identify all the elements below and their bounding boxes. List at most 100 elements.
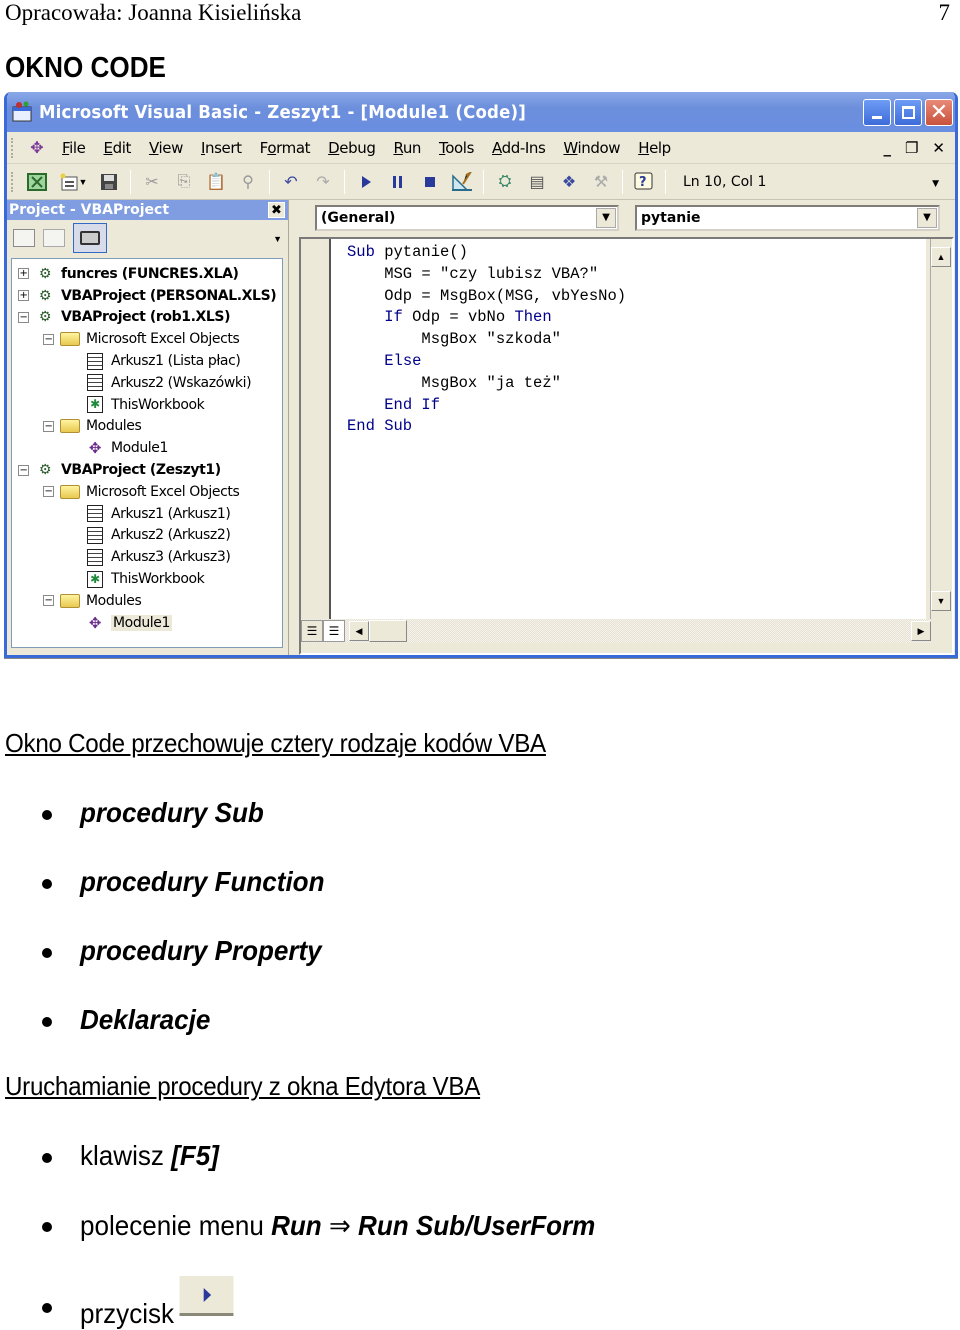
project-explorer-icon[interactable]: ⛭ (493, 171, 517, 193)
collapse-icon[interactable]: − (18, 311, 29, 323)
toggle-folders-icon[interactable] (73, 223, 107, 253)
view-code-icon[interactable] (13, 229, 35, 247)
cut-icon[interactable]: ✂ (140, 171, 164, 193)
menu-run[interactable]: Run (384, 139, 430, 157)
project-tree[interactable]: + ⚙ funcres (FUNCRES.XLA) + ⚙ VBAProject (PER… (11, 258, 283, 648)
undo-icon[interactable]: ↶ (279, 171, 303, 193)
scroll-up-icon[interactable]: ▲ (931, 247, 951, 267)
collapse-icon[interactable]: − (43, 595, 54, 607)
menu-view[interactable]: View (140, 139, 192, 157)
folder-icon (60, 417, 80, 435)
tree-item-label: VBAProject (PERSONAL.XLS) (61, 287, 277, 304)
properties-window-icon[interactable]: ▤ (525, 171, 549, 193)
page-number: 7 (938, 0, 951, 25)
maximize-button[interactable] (894, 98, 922, 126)
find-icon[interactable]: ⚲ (236, 171, 260, 193)
redo-icon[interactable]: ↷ (311, 171, 335, 193)
code-text: MSG = "czy lubisz VBA?" (347, 264, 599, 283)
scroll-right-icon[interactable]: ▶ (911, 621, 931, 641)
margin-indicator-bar[interactable] (301, 239, 331, 619)
bullet-icon (42, 1017, 52, 1027)
collapse-icon[interactable]: − (43, 420, 54, 432)
menu-window[interactable]: Window (554, 139, 629, 157)
tree-item[interactable]: + ⚙ VBAProject (PERSONAL.XLS) (12, 285, 282, 307)
tree-item-label: Microsoft Excel Objects (86, 483, 240, 500)
view-object-icon[interactable] (43, 229, 65, 247)
tree-item[interactable]: + ⚙ funcres (FUNCRES.XLA) (12, 263, 282, 285)
code-keyword: Then (514, 308, 552, 327)
tree-item[interactable]: ✱ ThisWorkbook (12, 568, 282, 590)
expand-icon[interactable]: + (18, 268, 29, 280)
tree-item-label: ThisWorkbook (111, 571, 205, 588)
worksheet-icon (85, 526, 105, 544)
tree-item[interactable]: − Modules (12, 590, 282, 612)
copy-icon[interactable]: ⎘ (172, 171, 196, 193)
mdi-restore-icon[interactable]: ❐ (905, 139, 918, 157)
chevron-down-icon[interactable]: ▼ (596, 208, 616, 228)
mdi-minimize-icon[interactable]: _ (883, 139, 891, 157)
tree-item[interactable]: Arkusz1 (Lista płac) (12, 350, 282, 372)
menu-insert[interactable]: Insert (192, 139, 251, 157)
menu-help[interactable]: Help (629, 139, 680, 157)
paste-icon[interactable]: 📋 (204, 171, 228, 193)
tree-item[interactable]: Arkusz1 (Arkusz1) (12, 503, 282, 525)
scroll-left-icon[interactable]: ◀ (349, 621, 369, 641)
design-mode-icon[interactable] (450, 171, 474, 193)
menu-debug[interactable]: Debug (319, 139, 384, 157)
view-excel-icon[interactable] (25, 171, 49, 193)
tree-item[interactable]: ✱ ThisWorkbook (12, 394, 282, 416)
code-editor[interactable]: Sub pytanie() MSG = "czy lubisz VBA?" Od… (331, 239, 926, 619)
tree-item[interactable]: − Modules (12, 416, 282, 438)
menu-file[interactable]: File (53, 139, 95, 157)
expand-icon[interactable]: + (18, 290, 29, 302)
chevron-down-icon[interactable]: ▼ (917, 208, 937, 228)
collapse-icon[interactable]: − (43, 333, 54, 345)
toolbar-grip[interactable] (11, 171, 15, 192)
menu-format[interactable]: Format (251, 139, 319, 157)
object-combo[interactable]: (General) ▼ (315, 205, 619, 231)
section-title: OKNO CODE (5, 52, 166, 84)
scroll-down-icon[interactable]: ▼ (931, 591, 951, 611)
underlying-sheet-strip (4, 658, 958, 664)
tree-item[interactable]: − Microsoft Excel Objects (12, 328, 282, 350)
svg-text:?: ? (639, 175, 647, 190)
toolbox-icon[interactable]: ⚒ (589, 171, 613, 193)
vbe-app-icon (11, 101, 33, 123)
tree-item[interactable]: − ⚙ VBAProject (Zeszyt1) (12, 459, 282, 481)
help-icon[interactable]: ? (632, 171, 656, 193)
collapse-icon[interactable]: − (43, 486, 54, 498)
project-toolbar-dropdown-icon[interactable]: ▼ (273, 234, 282, 244)
code-line: MsgBox "szkoda" (347, 329, 926, 351)
run-icon[interactable] (354, 171, 378, 193)
mdi-close-icon[interactable]: ✕ (932, 139, 945, 157)
tree-item[interactable]: − Microsoft Excel Objects (12, 481, 282, 503)
menu-tools[interactable]: Tools (430, 139, 483, 157)
menu-add-ins[interactable]: Add-Ins (483, 139, 554, 157)
full-module-view-icon[interactable]: ☰ (323, 620, 345, 642)
vertical-scrollbar[interactable]: ▲ ▼ (930, 239, 952, 619)
menu-edit[interactable]: Edit (95, 139, 140, 157)
procedure-combo[interactable]: pytanie ▼ (635, 205, 940, 231)
procedure-view-icon[interactable]: ☰ (301, 620, 323, 642)
toolbar-options-icon[interactable]: ▼ (932, 172, 939, 196)
collapse-icon[interactable]: − (18, 464, 29, 476)
break-icon[interactable] (386, 171, 410, 193)
horizontal-scrollbar[interactable]: ☰ ☰ ◀ ▶ (301, 619, 931, 643)
project-explorer: Project - VBAProject ✖ ▼ + ⚙ funcres (FUNC… (7, 200, 289, 655)
tree-item[interactable]: Arkusz3 (Arkusz3) (12, 546, 282, 568)
close-button[interactable]: ✕ (925, 98, 953, 126)
tree-item[interactable]: ✥ Module1 (12, 612, 282, 634)
scroll-thumb[interactable] (369, 620, 407, 642)
minimize-button[interactable] (863, 98, 891, 126)
save-icon[interactable] (97, 171, 121, 193)
tree-item[interactable]: − ⚙ VBAProject (rob1.XLS) (12, 307, 282, 329)
project-close-button[interactable]: ✖ (268, 202, 285, 218)
insert-userform-icon[interactable]: ▼ (57, 171, 89, 193)
object-browser-icon[interactable]: ❖ (557, 171, 581, 193)
tree-item[interactable]: Arkusz2 (Arkusz2) (12, 525, 282, 547)
tree-item[interactable]: Arkusz2 (Wskazówki) (12, 372, 282, 394)
tree-item-label: Modules (86, 592, 142, 609)
menubar-grip[interactable] (11, 137, 15, 158)
reset-icon[interactable] (418, 171, 442, 193)
tree-item[interactable]: ✥ Module1 (12, 437, 282, 459)
